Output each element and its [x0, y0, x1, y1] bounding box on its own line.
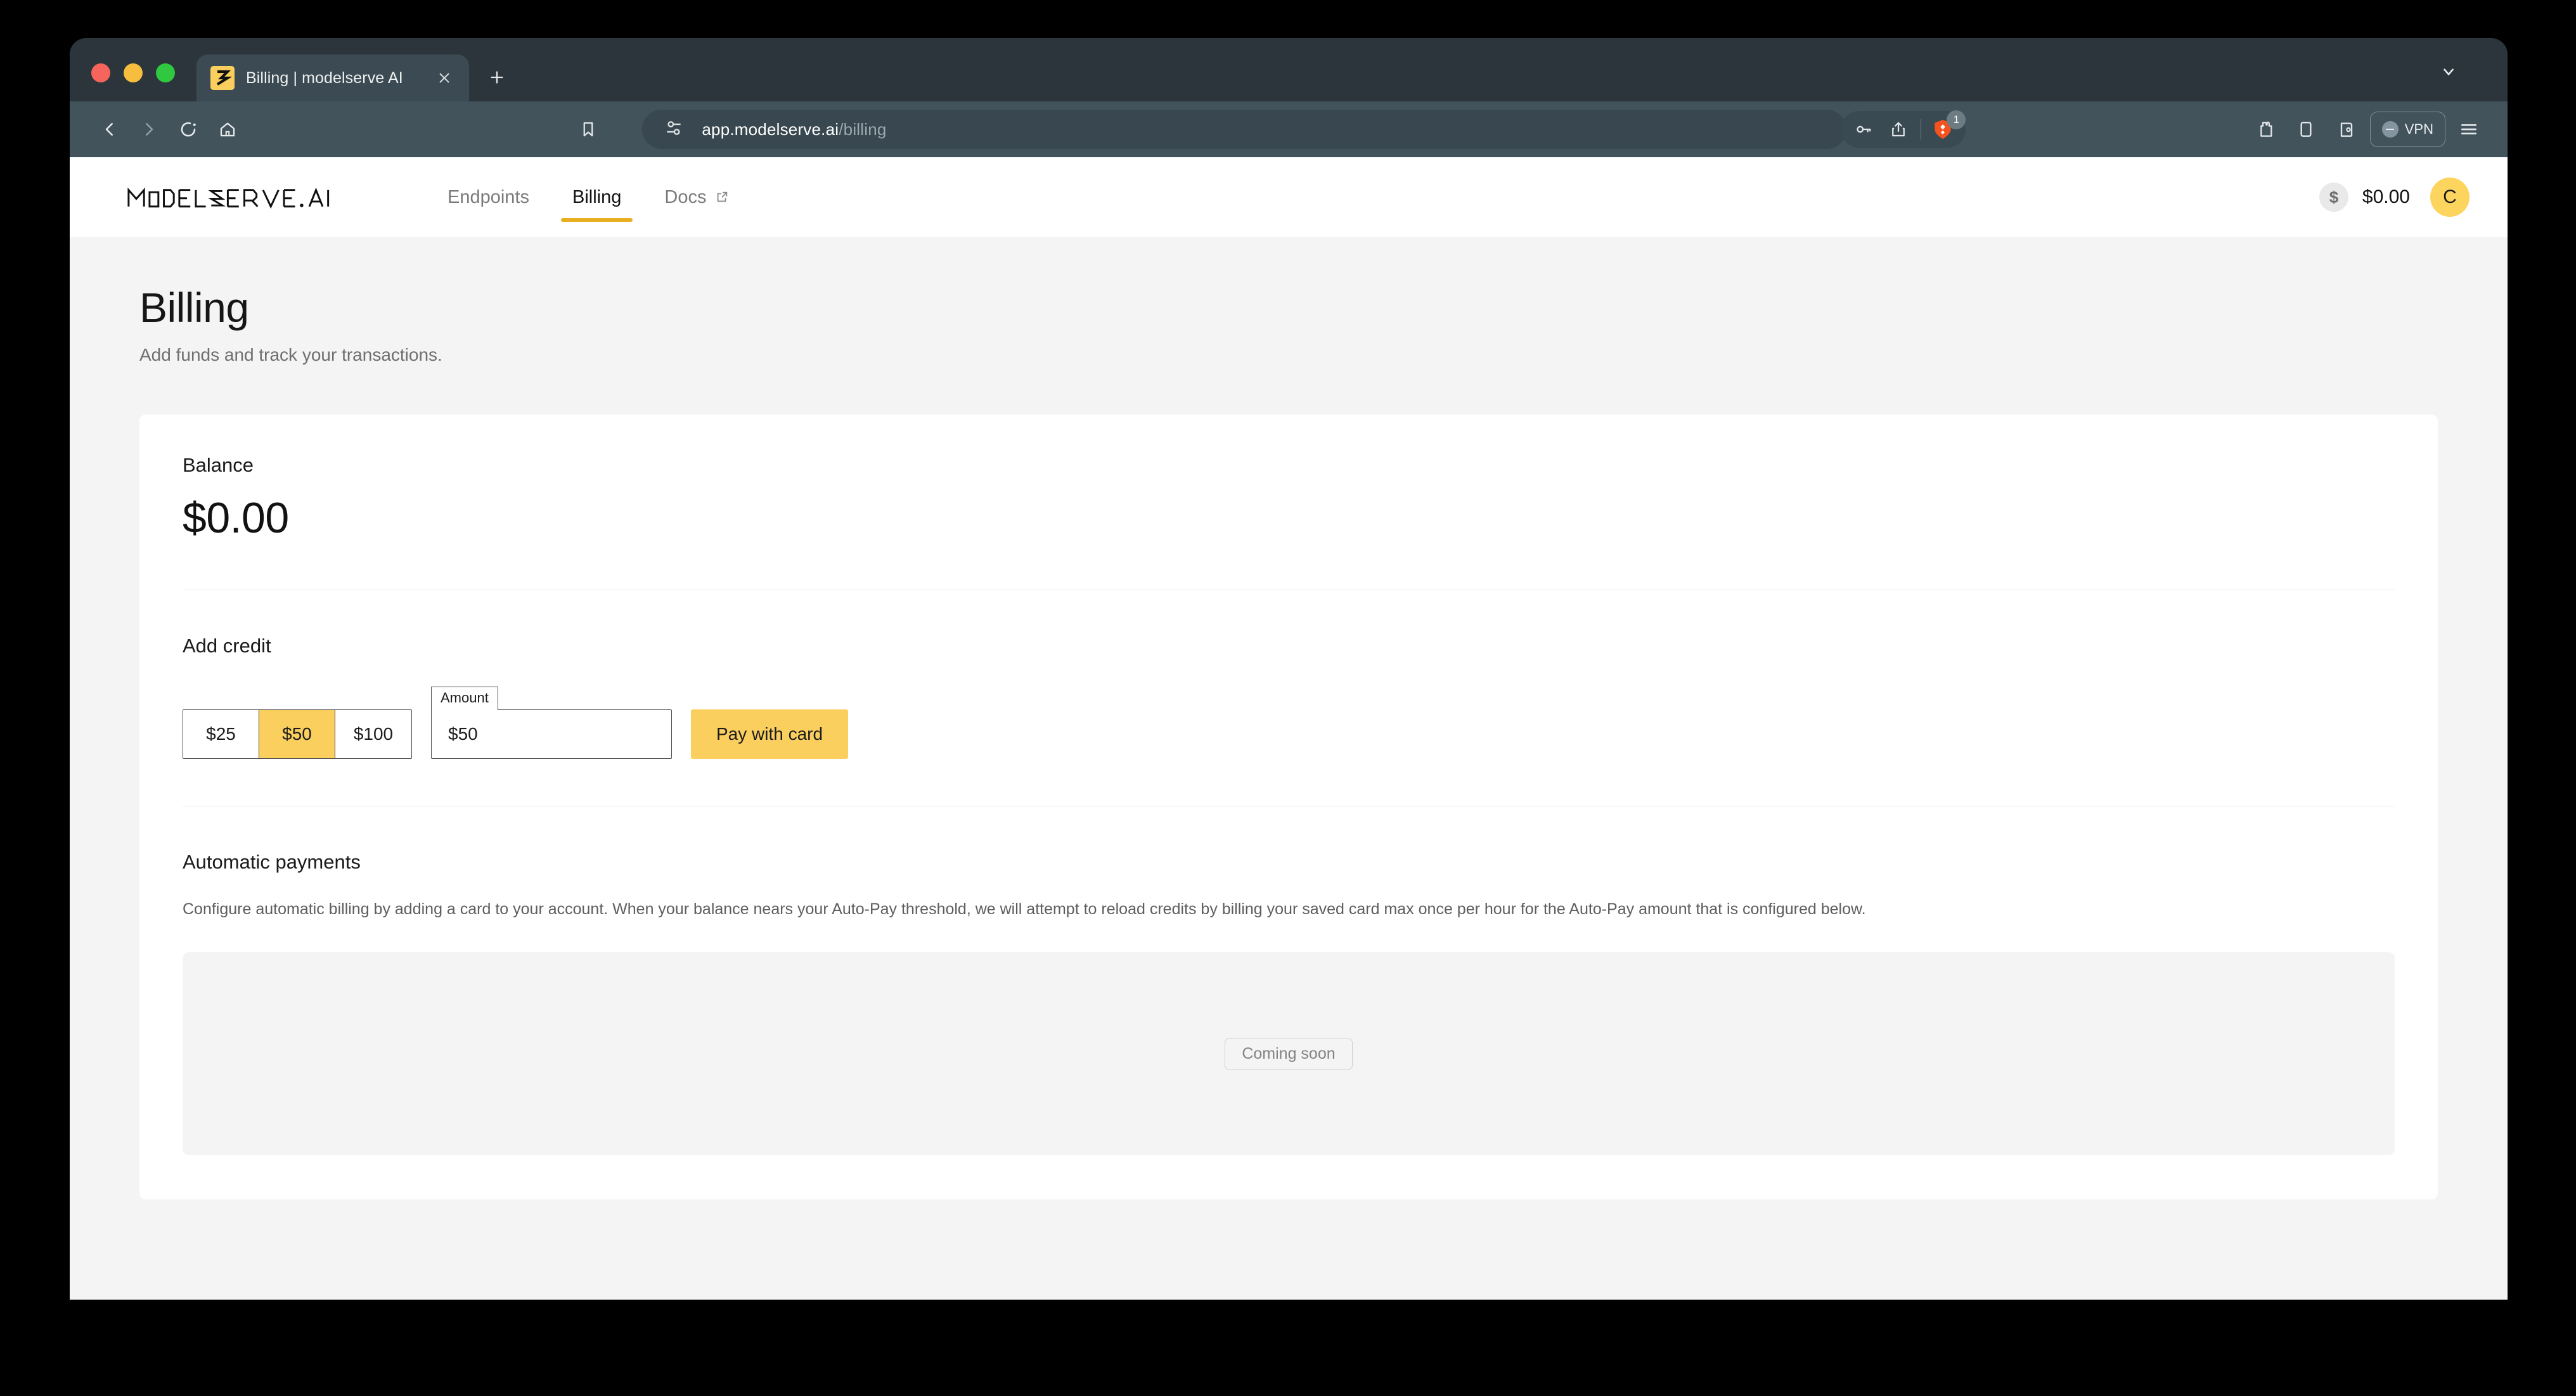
preset-amount-50[interactable]: $50 — [259, 710, 335, 758]
amount-input-value: $50 — [448, 724, 478, 744]
vpn-label: VPN — [2404, 121, 2433, 137]
chevron-down-icon[interactable] — [2435, 58, 2462, 85]
billing-card: Balance $0.00 Add credit $25 $50 $100 Am… — [139, 415, 2438, 1200]
automatic-payments-section: Automatic payments Configure automatic b… — [183, 851, 2395, 1156]
nav-item-docs-label: Docs — [664, 186, 707, 207]
vpn-toggle-button[interactable]: VPN — [2369, 112, 2445, 147]
browser-tab-title: Billing | modelserve AI — [246, 68, 403, 87]
shields-badge-count: 1 — [1947, 110, 1966, 129]
automatic-payments-label: Automatic payments — [183, 851, 361, 873]
coming-soon-badge: Coming soon — [1225, 1037, 1353, 1070]
amount-field-label: Amount — [431, 687, 498, 710]
site-settings-icon[interactable] — [664, 118, 686, 141]
dollar-sign-icon: $ — [2319, 183, 2348, 212]
automatic-payments-description: Configure automatic billing by adding a … — [183, 900, 1866, 918]
nav-item-docs[interactable]: Docs — [643, 157, 750, 237]
share-icon[interactable] — [1881, 112, 1916, 146]
wallet-icon[interactable] — [2329, 112, 2364, 146]
extensions-icon[interactable] — [2248, 112, 2283, 146]
nav-item-endpoints-label: Endpoints — [448, 186, 529, 207]
reload-icon[interactable] — [169, 110, 208, 149]
app-header: Endpoints Billing Docs $ $0.00 C — [70, 157, 2508, 237]
home-icon[interactable] — [208, 110, 247, 149]
bookmark-icon[interactable] — [571, 112, 605, 146]
maximize-window-button[interactable] — [156, 63, 175, 82]
back-chevron-icon[interactable] — [90, 110, 129, 149]
amount-input[interactable]: $50 — [431, 709, 672, 759]
balance-value: $0.00 — [183, 494, 289, 542]
url-text: app.modelserve.ai/billing — [702, 120, 886, 139]
url-input[interactable]: app.modelserve.ai/billing — [642, 110, 1847, 149]
window-traffic-lights — [91, 63, 175, 101]
app-header-right: $ $0.00 C — [2319, 178, 2470, 217]
app-nav: Endpoints Billing Docs — [426, 157, 750, 237]
external-link-icon — [715, 190, 729, 204]
plus-icon[interactable] — [479, 60, 515, 95]
address-bar-region: app.modelserve.ai/billing 1 — [247, 110, 2242, 149]
nav-item-billing[interactable]: Billing — [551, 157, 643, 237]
address-bar-actions: 1 — [1841, 110, 1966, 148]
page-title: Billing — [139, 284, 249, 331]
modelserve-s-logo-icon — [210, 66, 235, 90]
header-balance-amount: $0.00 — [2362, 186, 2410, 207]
preset-amount-25-label: $25 — [206, 724, 236, 744]
add-credit-controls: $25 $50 $100 Amount $50 Pay with card — [183, 687, 2395, 759]
amount-field: Amount $50 — [431, 687, 672, 759]
preset-amount-50-label: $50 — [282, 724, 312, 744]
header-balance[interactable]: $ $0.00 — [2319, 183, 2410, 212]
pay-with-card-button[interactable]: Pay with card — [691, 709, 849, 759]
browser-toolbar: app.modelserve.ai/billing 1 VPN — [70, 101, 2508, 157]
balance-section: Balance $0.00 — [183, 454, 2395, 543]
browser-toolbar-right: VPN — [2248, 112, 2486, 147]
preset-amount-25[interactable]: $25 — [183, 710, 259, 758]
preset-amount-100[interactable]: $100 — [335, 710, 411, 758]
page-body: Billing Add funds and track your transac… — [70, 237, 2508, 1200]
url-path: /billing — [839, 119, 887, 139]
preset-amount-100-label: $100 — [353, 724, 394, 744]
nav-item-billing-label: Billing — [572, 186, 622, 207]
browser-tab-strip: Billing | modelserve AI — [70, 38, 2508, 101]
sidebar-icon[interactable] — [2289, 112, 2323, 146]
page-subtitle: Add funds and track your transactions. — [139, 345, 442, 365]
nav-item-endpoints[interactable]: Endpoints — [426, 157, 551, 237]
preset-amount-group: $25 $50 $100 — [183, 709, 412, 759]
browser-tab-billing[interactable]: Billing | modelserve AI — [196, 55, 469, 101]
brave-shields-icon[interactable]: 1 — [1926, 110, 1966, 146]
automatic-payments-placeholder: Coming soon — [183, 952, 2395, 1156]
hamburger-menu-icon[interactable] — [2452, 112, 2486, 146]
avatar-initial: C — [2443, 186, 2457, 207]
url-origin: app.modelserve.ai — [702, 119, 839, 139]
browser-window: Billing | modelserve AI app.modelserve.a… — [70, 38, 2508, 1300]
avatar[interactable]: C — [2430, 178, 2470, 217]
vpn-toggle-icon — [2381, 121, 2399, 138]
add-credit-section: Add credit $25 $50 $100 Amount $50 Pay w… — [183, 635, 2395, 759]
minimize-window-button[interactable] — [124, 63, 143, 82]
balance-label: Balance — [183, 454, 254, 476]
close-icon[interactable] — [434, 67, 455, 89]
key-icon[interactable] — [1847, 112, 1881, 146]
forward-chevron-icon[interactable] — [129, 110, 169, 149]
page-viewport: Endpoints Billing Docs $ $0.00 C Billing… — [70, 157, 2508, 1300]
modelserve-logo[interactable] — [109, 186, 375, 209]
close-window-button[interactable] — [91, 63, 110, 82]
add-credit-label: Add credit — [183, 635, 271, 657]
